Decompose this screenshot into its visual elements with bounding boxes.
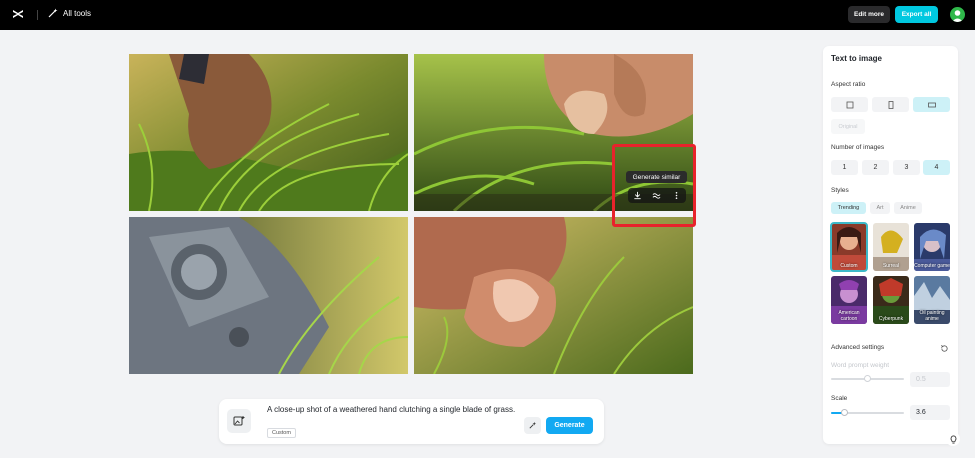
word-prompt-weight-knob[interactable] bbox=[864, 375, 871, 382]
enhance-prompt-button[interactable] bbox=[524, 417, 541, 434]
tab-anime[interactable]: Anime bbox=[894, 202, 922, 214]
style-cyberpunk[interactable]: Cyberpunk bbox=[873, 276, 909, 324]
export-all-button[interactable]: Export all bbox=[895, 6, 938, 23]
number-of-images-label: Number of images bbox=[831, 144, 885, 151]
word-prompt-weight-label: Word prompt weight bbox=[831, 362, 890, 369]
avatar-person-icon bbox=[952, 10, 963, 22]
styles-label: Styles bbox=[831, 187, 849, 194]
more-icon bbox=[675, 191, 678, 200]
aspect-ratio-label: Aspect ratio bbox=[831, 81, 866, 88]
advanced-settings-label: Advanced settings bbox=[831, 344, 885, 351]
aspect-portrait-button[interactable] bbox=[872, 97, 909, 112]
style-custom-label: Custom bbox=[840, 262, 858, 269]
lightbulb-icon bbox=[950, 434, 956, 444]
landscape-icon bbox=[927, 102, 936, 107]
add-image-icon bbox=[233, 416, 245, 426]
style-american-cartoon[interactable]: American cartoon bbox=[831, 276, 867, 324]
capcut-logo[interactable] bbox=[11, 7, 25, 21]
scale-value[interactable]: 3.6 bbox=[910, 405, 950, 420]
style-american-cartoon-label: American cartoon bbox=[838, 310, 860, 322]
generate-similar-button[interactable] bbox=[651, 190, 663, 202]
download-icon bbox=[634, 191, 641, 200]
image-action-bar bbox=[628, 188, 686, 203]
generate-similar-icon bbox=[653, 193, 661, 199]
top-bar: All tools Edit more Export all bbox=[0, 0, 975, 30]
tab-art[interactable]: Art bbox=[870, 202, 890, 214]
aspect-square-button[interactable] bbox=[831, 97, 868, 112]
help-button[interactable] bbox=[946, 432, 960, 446]
style-computer-game[interactable]: Computer game bbox=[914, 223, 950, 271]
add-reference-image-button[interactable] bbox=[227, 409, 251, 433]
generate-similar-tooltip: Generate similar bbox=[626, 171, 687, 183]
num-images-4[interactable]: 4 bbox=[923, 160, 950, 175]
style-computer-game-label: Computer game bbox=[914, 262, 950, 269]
sparkle-wand-icon bbox=[529, 421, 537, 429]
style-cyberpunk-label: Cyberpunk bbox=[878, 315, 904, 322]
aspect-landscape-button[interactable] bbox=[913, 97, 950, 112]
num-images-2[interactable]: 2 bbox=[862, 160, 889, 175]
text-to-image-panel: Text to image Aspect ratio Original Numb… bbox=[823, 46, 958, 444]
highlight-box bbox=[612, 144, 696, 227]
generated-image-1[interactable] bbox=[129, 54, 408, 211]
generated-image-3[interactable] bbox=[129, 217, 408, 374]
download-button[interactable] bbox=[632, 190, 644, 202]
user-avatar[interactable] bbox=[950, 7, 965, 22]
num-images-3[interactable]: 3 bbox=[893, 160, 920, 175]
topbar-divider bbox=[37, 10, 38, 20]
prompt-text[interactable]: A close-up shot of a weathered hand clut… bbox=[267, 405, 517, 415]
generated-image-4[interactable] bbox=[414, 217, 693, 374]
reset-icon[interactable] bbox=[940, 344, 949, 353]
style-custom[interactable]: Custom bbox=[830, 222, 868, 272]
scale-label: Scale bbox=[831, 395, 848, 402]
word-prompt-weight-value[interactable]: 0.5 bbox=[910, 372, 950, 387]
square-icon bbox=[846, 101, 853, 108]
generate-button[interactable]: Generate bbox=[546, 417, 593, 434]
style-oil-painting-anime[interactable]: Oil painting anime bbox=[914, 276, 950, 324]
style-tag[interactable]: Custom bbox=[267, 428, 296, 438]
style-oil-painting-anime-label: Oil painting anime bbox=[919, 310, 945, 322]
edit-more-button[interactable]: Edit more bbox=[848, 6, 890, 23]
portrait-icon bbox=[888, 100, 893, 109]
all-tools-button[interactable]: All tools bbox=[48, 8, 91, 18]
all-tools-label: All tools bbox=[63, 8, 92, 18]
tab-trending[interactable]: Trending bbox=[831, 202, 866, 214]
style-surreal-label: Surreal bbox=[882, 262, 900, 269]
style-surreal[interactable]: Surreal bbox=[873, 223, 909, 271]
panel-title: Text to image bbox=[831, 54, 882, 63]
num-images-1[interactable]: 1 bbox=[831, 160, 858, 175]
aspect-original-button[interactable]: Original bbox=[831, 119, 865, 134]
prompt-bar: A close-up shot of a weathered hand clut… bbox=[219, 399, 604, 444]
magic-wand-icon bbox=[48, 8, 58, 18]
more-button[interactable] bbox=[670, 190, 682, 202]
scale-knob[interactable] bbox=[841, 409, 848, 416]
